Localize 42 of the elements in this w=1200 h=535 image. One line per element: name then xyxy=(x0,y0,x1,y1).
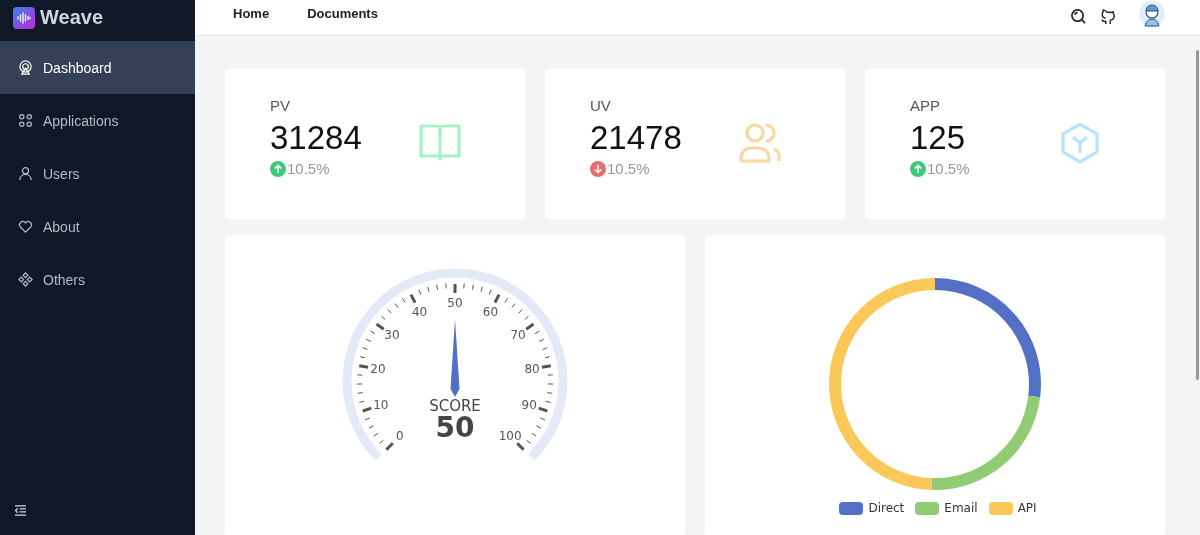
gauge-tick-label: 10 xyxy=(373,398,389,413)
collapse-icon[interactable] xyxy=(14,505,27,516)
gauge-tick-label: 60 xyxy=(482,304,499,319)
change-percent: 10.5% xyxy=(927,160,970,177)
gauge-tick-label: 50 xyxy=(447,296,463,310)
dashboard-icon xyxy=(18,60,33,75)
stat-label: UV xyxy=(590,97,612,114)
user-icon xyxy=(18,166,33,181)
gauge-tick-label: 40 xyxy=(411,304,428,319)
brand-name: Weave xyxy=(40,6,103,29)
gauge-tick-label: 100 xyxy=(498,429,522,444)
scrollbar[interactable] xyxy=(1196,50,1199,380)
stat-label: PV xyxy=(270,97,291,114)
stat-label: APP xyxy=(910,97,941,114)
change-percent: 10.5% xyxy=(607,160,650,177)
legend-label: Direct xyxy=(868,501,905,515)
gauge-tick-label: 0 xyxy=(396,429,404,444)
legend-label: API xyxy=(1017,501,1037,515)
github-icon[interactable] xyxy=(1100,8,1116,25)
sidebar-item[interactable]: Dashboard xyxy=(0,41,195,94)
stat-value: 21478 xyxy=(590,119,683,157)
avatar[interactable] xyxy=(1139,0,1165,27)
stat-value: 125 xyxy=(910,119,967,157)
nav-link[interactable]: Home xyxy=(233,6,270,21)
sidebar-item[interactable]: Users xyxy=(0,147,195,200)
sidebar-item[interactable]: Others xyxy=(0,253,195,306)
sidebar-item[interactable]: Applications xyxy=(0,94,195,147)
heart-icon xyxy=(18,219,33,234)
legend-label: Email xyxy=(944,501,978,515)
gauge-tick-label: 20 xyxy=(370,361,386,376)
gauge-tick-label: 80 xyxy=(524,361,540,376)
gauge-tick-label: 30 xyxy=(384,328,400,343)
sidebar-item[interactable]: About xyxy=(0,200,195,253)
grid-icon xyxy=(18,113,33,128)
logo-icon xyxy=(13,6,35,29)
search-icon[interactable] xyxy=(1070,8,1087,25)
gauge-tick-label: 70 xyxy=(510,328,526,343)
change-percent: 10.5% xyxy=(287,160,330,177)
stat-value: 31284 xyxy=(270,119,363,157)
diamond-icon xyxy=(18,272,33,287)
gauge-tick-label: 90 xyxy=(521,398,537,413)
nav-link[interactable]: Documents xyxy=(307,6,378,21)
